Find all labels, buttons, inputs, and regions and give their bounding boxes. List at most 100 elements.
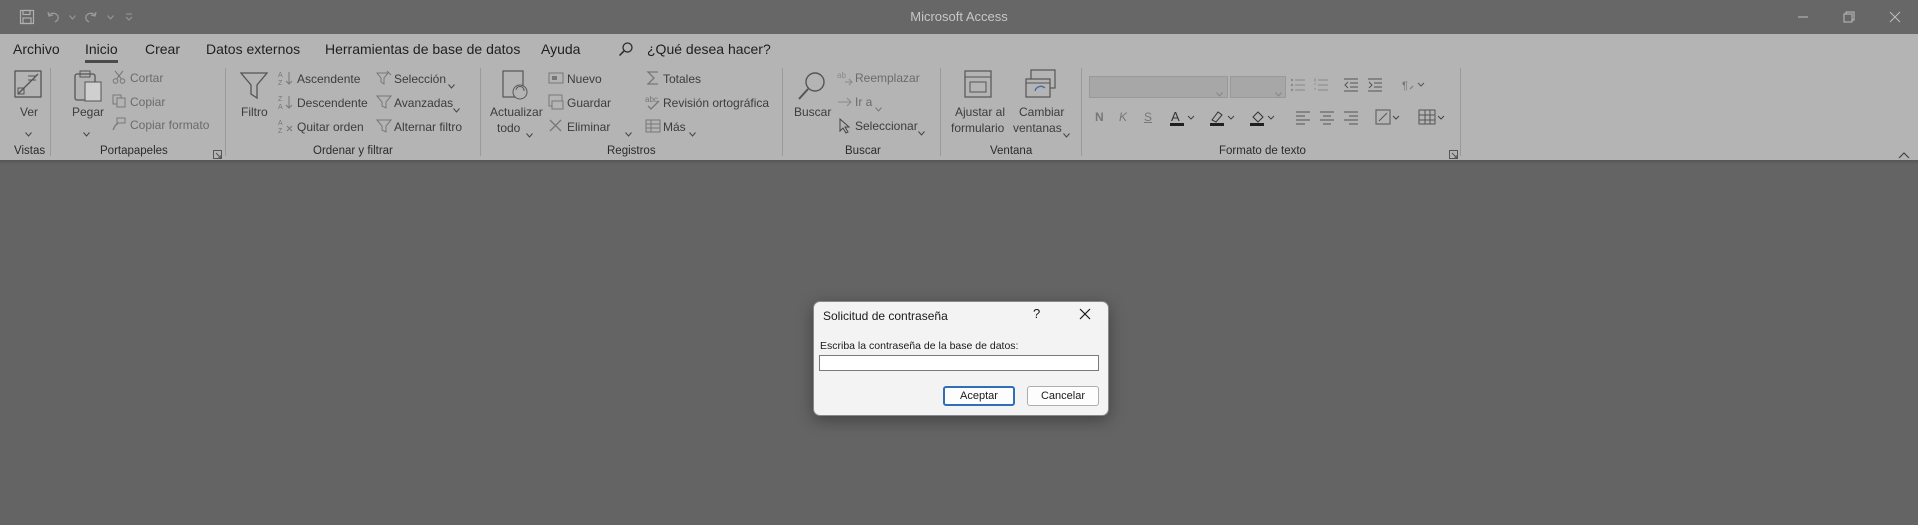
dialog-launcher-icon[interactable]: [1449, 146, 1458, 159]
filter-button[interactable]: Filtro: [241, 105, 268, 119]
ribbon: Ver Vistas Pegar Cortar Copiar Copiar fo…: [0, 64, 1918, 164]
refresh-all-button[interactable]: Actualizar: [490, 105, 543, 119]
refresh-all-icon[interactable]: [502, 70, 532, 107]
cut-button[interactable]: Cortar: [130, 71, 163, 85]
numbering-icon[interactable]: [1313, 78, 1329, 97]
more-button[interactable]: Más: [663, 120, 686, 134]
chevron-down-icon: [83, 124, 90, 142]
sort-ascending-icon: AZ: [278, 70, 294, 91]
restore-icon[interactable]: [1826, 0, 1872, 34]
totals-icon: [645, 70, 661, 91]
find-icon[interactable]: [797, 71, 827, 106]
sort-ascending-button[interactable]: Ascendente: [297, 72, 360, 86]
ribbon-tabs: Archivo Inicio Crear Datos externos Herr…: [0, 34, 1918, 64]
find-button[interactable]: Buscar: [794, 105, 831, 119]
size-to-fit-button[interactable]: Ajustar al: [955, 105, 1005, 119]
paste-icon[interactable]: [73, 70, 103, 107]
chevron-down-icon: [625, 124, 632, 142]
tab-inicio[interactable]: Inicio: [85, 41, 118, 63]
switch-windows-button[interactable]: Cambiar: [1019, 105, 1064, 119]
increase-indent-icon[interactable]: [1367, 78, 1383, 97]
sort-descending-icon: ZA: [278, 94, 294, 115]
dialog-launcher-icon[interactable]: [213, 146, 222, 159]
group-label-vistas: Vistas: [14, 145, 46, 157]
svg-text:Z: Z: [278, 80, 283, 86]
size-to-fit-button-line2[interactable]: formulario: [951, 121, 1004, 135]
svg-text:A: A: [278, 72, 283, 79]
filter-icon[interactable]: [239, 72, 269, 105]
go-to-icon: [837, 94, 853, 115]
format-painter-icon: [112, 117, 126, 136]
tell-me-search[interactable]: ¿Qué desea hacer?: [647, 41, 771, 57]
align-left-icon[interactable]: [1295, 111, 1311, 130]
group-label-formato-texto: Formato de texto: [1219, 145, 1306, 157]
highlight-icon[interactable]: [1210, 109, 1236, 132]
totals-button[interactable]: Totales: [663, 72, 701, 86]
select-button[interactable]: Seleccionar: [855, 119, 918, 133]
new-record-button[interactable]: Nuevo: [567, 72, 602, 86]
underline-button[interactable]: S: [1144, 110, 1152, 124]
clear-sort-icon: AZ: [278, 118, 294, 139]
group-separator: [480, 68, 481, 156]
help-icon[interactable]: ?: [1033, 306, 1040, 321]
chevron-down-icon: [526, 125, 533, 143]
advanced-filter-icon: [375, 94, 393, 115]
bullets-icon[interactable]: [1290, 78, 1306, 97]
toggle-filter-button[interactable]: Alternar filtro: [394, 120, 462, 134]
format-painter-button[interactable]: Copiar formato: [130, 118, 209, 132]
group-separator: [1460, 68, 1461, 156]
spelling-icon: abc: [645, 94, 661, 115]
svg-text:¶: ¶: [1402, 80, 1408, 92]
chevron-down-icon: [1216, 84, 1223, 102]
go-to-button[interactable]: Ir a: [855, 95, 872, 109]
chevron-down-icon: [918, 123, 925, 141]
tab-datos-externos[interactable]: Datos externos: [206, 41, 300, 57]
svg-text:Z: Z: [278, 96, 283, 103]
view-button[interactable]: Ver: [20, 105, 38, 119]
decrease-indent-icon[interactable]: [1343, 78, 1359, 97]
new-record-icon: [548, 70, 564, 91]
paste-button[interactable]: Pegar: [72, 105, 104, 119]
font-name-combo[interactable]: [1089, 76, 1228, 98]
copy-button[interactable]: Copiar: [130, 95, 165, 109]
gridlines-icon[interactable]: [1418, 109, 1446, 132]
switch-windows-icon[interactable]: [1025, 69, 1057, 106]
minimize-icon[interactable]: [1780, 0, 1826, 34]
bold-button[interactable]: N: [1095, 110, 1104, 124]
italic-button[interactable]: K: [1119, 110, 1127, 124]
align-center-icon[interactable]: [1319, 111, 1335, 130]
password-prompt: Escriba la contraseña de la base de dato…: [820, 340, 1019, 352]
spelling-button[interactable]: Revisión ortográfica: [663, 96, 769, 110]
select-icon: [837, 117, 853, 139]
group-separator: [225, 68, 226, 156]
save-record-button[interactable]: Guardar: [567, 96, 611, 110]
tab-herramientas[interactable]: Herramientas de base de datos: [325, 41, 520, 57]
group-label-ventana: Ventana: [990, 145, 1033, 157]
font-color-icon[interactable]: A: [1170, 109, 1196, 132]
tab-archivo[interactable]: Archivo: [13, 41, 60, 57]
cancel-button[interactable]: Cancelar: [1027, 386, 1099, 406]
tab-ayuda[interactable]: Ayuda: [541, 41, 580, 57]
password-input[interactable]: [819, 355, 1099, 371]
view-icon[interactable]: [14, 70, 44, 105]
switch-windows-button-line2[interactable]: ventanas: [1013, 121, 1062, 135]
selection-filter-button[interactable]: Selección: [394, 72, 446, 86]
delete-button[interactable]: Eliminar: [567, 120, 610, 134]
background-color-icon[interactable]: [1375, 109, 1401, 132]
refresh-all-button-line2[interactable]: todo: [497, 121, 520, 135]
replace-button[interactable]: Reemplazar: [855, 71, 920, 85]
clear-sort-button[interactable]: Quitar orden: [297, 120, 364, 134]
svg-text:A: A: [278, 120, 283, 127]
close-icon[interactable]: [1078, 307, 1092, 321]
advanced-filter-button[interactable]: Avanzadas: [394, 96, 453, 110]
tab-crear[interactable]: Crear: [145, 41, 180, 57]
chevron-down-icon: [875, 99, 882, 117]
accept-button[interactable]: Aceptar: [943, 386, 1015, 406]
close-icon[interactable]: [1872, 0, 1918, 34]
align-right-icon[interactable]: [1343, 111, 1359, 130]
fill-color-icon[interactable]: [1250, 109, 1276, 132]
window-title: Microsoft Access: [910, 9, 1008, 24]
sort-descending-button[interactable]: Descendente: [297, 96, 368, 110]
paragraph-direction-icon[interactable]: ¶: [1402, 78, 1426, 97]
size-to-fit-form-icon[interactable]: [964, 70, 992, 105]
